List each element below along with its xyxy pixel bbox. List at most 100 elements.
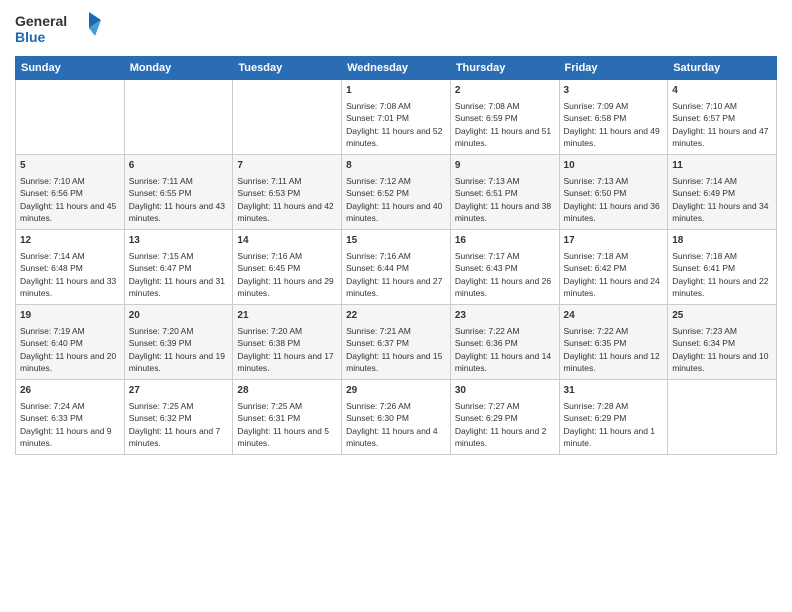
day-info: Sunrise: 7:17 AM Sunset: 6:43 PM Dayligh… xyxy=(455,250,555,299)
day-number: 27 xyxy=(129,384,229,398)
day-info: Sunrise: 7:13 AM Sunset: 6:51 PM Dayligh… xyxy=(455,175,555,224)
col-header-monday: Monday xyxy=(124,57,233,80)
logo-svg: GeneralBlue xyxy=(15,10,105,48)
calendar-cell: 14Sunrise: 7:16 AM Sunset: 6:45 PM Dayli… xyxy=(233,230,342,305)
calendar-cell xyxy=(668,380,777,455)
calendar-cell: 21 Sunrise: 7:20 AM Sunset: 6:38 PM Dayli… xyxy=(233,305,342,380)
col-header-saturday: Saturday xyxy=(668,57,777,80)
day-info: Sunrise: 7:24 AM Sunset: 6:33 PM Dayligh… xyxy=(20,400,120,449)
week-row-4: 19 Sunrise: 7:19 AM Sunset: 6:40 PM Dayli… xyxy=(16,305,777,380)
calendar-cell: 6 Sunrise: 7:11 AM Sunset: 6:55 PM Daylig… xyxy=(124,155,233,230)
week-row-5: 26 Sunrise: 7:24 AM Sunset: 6:33 PM Dayli… xyxy=(16,380,777,455)
day-number: 24 xyxy=(564,309,664,323)
calendar-cell xyxy=(16,80,125,155)
day-number: 4 xyxy=(672,84,772,98)
week-row-3: 12Sunrise: 7:14 AM Sunset: 6:48 PM Dayli… xyxy=(16,230,777,305)
header: GeneralBlue xyxy=(15,10,777,48)
day-number: 26 xyxy=(20,384,120,398)
svg-text:Blue: Blue xyxy=(15,29,46,45)
day-number: 3 xyxy=(564,84,664,98)
day-number: 31 xyxy=(564,384,664,398)
calendar-cell xyxy=(124,80,233,155)
day-info: Sunrise: 7:16 AM Sunset: 6:44 PM Dayligh… xyxy=(346,250,446,299)
col-header-wednesday: Wednesday xyxy=(342,57,451,80)
day-info: Sunrise: 7:10 AM Sunset: 6:56 PM Dayligh… xyxy=(20,175,120,224)
day-number: 12 xyxy=(20,234,120,248)
day-info: Sunrise: 7:26 AM Sunset: 6:30 PM Dayligh… xyxy=(346,400,446,449)
calendar-cell: 5 Sunrise: 7:10 AM Sunset: 6:56 PM Daylig… xyxy=(16,155,125,230)
day-number: 11 xyxy=(672,159,772,173)
day-info: Sunrise: 7:22 AM Sunset: 6:35 PM Dayligh… xyxy=(564,325,664,374)
day-info: Sunrise: 7:18 AM Sunset: 6:41 PM Dayligh… xyxy=(672,250,772,299)
day-info: Sunrise: 7:20 AM Sunset: 6:38 PM Dayligh… xyxy=(237,325,337,374)
col-header-friday: Friday xyxy=(559,57,668,80)
day-number: 8 xyxy=(346,159,446,173)
page: GeneralBlue SundayMondayTuesdayWednesday… xyxy=(0,0,792,612)
calendar-cell: 27 Sunrise: 7:25 AM Sunset: 6:32 PM Dayli… xyxy=(124,380,233,455)
day-info: Sunrise: 7:12 AM Sunset: 6:52 PM Dayligh… xyxy=(346,175,446,224)
calendar-cell: 9 Sunrise: 7:13 AM Sunset: 6:51 PM Daylig… xyxy=(450,155,559,230)
day-info: Sunrise: 7:27 AM Sunset: 6:29 PM Dayligh… xyxy=(455,400,555,449)
calendar-cell: 16 Sunrise: 7:17 AM Sunset: 6:43 PM Dayli… xyxy=(450,230,559,305)
day-number: 5 xyxy=(20,159,120,173)
day-number: 16 xyxy=(455,234,555,248)
calendar-cell: 8 Sunrise: 7:12 AM Sunset: 6:52 PM Daylig… xyxy=(342,155,451,230)
calendar-cell: 25Sunrise: 7:23 AM Sunset: 6:34 PM Dayli… xyxy=(668,305,777,380)
calendar-cell: 26 Sunrise: 7:24 AM Sunset: 6:33 PM Dayli… xyxy=(16,380,125,455)
day-info: Sunrise: 7:20 AM Sunset: 6:39 PM Dayligh… xyxy=(129,325,229,374)
calendar-cell: 13 Sunrise: 7:15 AM Sunset: 6:47 PM Dayli… xyxy=(124,230,233,305)
day-info: Sunrise: 7:08 AM Sunset: 7:01 PM Dayligh… xyxy=(346,100,446,149)
day-info: Sunrise: 7:25 AM Sunset: 6:32 PM Dayligh… xyxy=(129,400,229,449)
calendar-table: SundayMondayTuesdayWednesdayThursdayFrid… xyxy=(15,56,777,455)
calendar-cell: 15 Sunrise: 7:16 AM Sunset: 6:44 PM Dayli… xyxy=(342,230,451,305)
week-row-1: 1 Sunrise: 7:08 AM Sunset: 7:01 PM Daylig… xyxy=(16,80,777,155)
day-number: 21 xyxy=(237,309,337,323)
day-number: 2 xyxy=(455,84,555,98)
calendar-cell: 10 Sunrise: 7:13 AM Sunset: 6:50 PM Dayli… xyxy=(559,155,668,230)
day-number: 13 xyxy=(129,234,229,248)
day-info: Sunrise: 7:21 AM Sunset: 6:37 PM Dayligh… xyxy=(346,325,446,374)
day-info: Sunrise: 7:13 AM Sunset: 6:50 PM Dayligh… xyxy=(564,175,664,224)
calendar-body: 1 Sunrise: 7:08 AM Sunset: 7:01 PM Daylig… xyxy=(16,80,777,455)
day-number: 14 xyxy=(237,234,337,248)
svg-text:General: General xyxy=(15,13,67,29)
day-number: 23 xyxy=(455,309,555,323)
calendar-cell: 11 Sunrise: 7:14 AM Sunset: 6:49 PM Dayli… xyxy=(668,155,777,230)
calendar-cell: 18Sunrise: 7:18 AM Sunset: 6:41 PM Dayli… xyxy=(668,230,777,305)
day-info: Sunrise: 7:11 AM Sunset: 6:53 PM Dayligh… xyxy=(237,175,337,224)
day-number: 20 xyxy=(129,309,229,323)
calendar-cell: 12Sunrise: 7:14 AM Sunset: 6:48 PM Dayli… xyxy=(16,230,125,305)
day-info: Sunrise: 7:28 AM Sunset: 6:29 PM Dayligh… xyxy=(564,400,664,449)
calendar-cell: 1 Sunrise: 7:08 AM Sunset: 7:01 PM Daylig… xyxy=(342,80,451,155)
day-number: 10 xyxy=(564,159,664,173)
calendar-cell: 24 Sunrise: 7:22 AM Sunset: 6:35 PM Dayli… xyxy=(559,305,668,380)
day-number: 17 xyxy=(564,234,664,248)
calendar-cell: 3Sunrise: 7:09 AM Sunset: 6:58 PM Daylig… xyxy=(559,80,668,155)
logo: GeneralBlue xyxy=(15,10,105,48)
calendar-cell xyxy=(233,80,342,155)
calendar-cell: 22Sunrise: 7:21 AM Sunset: 6:37 PM Dayli… xyxy=(342,305,451,380)
day-info: Sunrise: 7:25 AM Sunset: 6:31 PM Dayligh… xyxy=(237,400,337,449)
day-number: 9 xyxy=(455,159,555,173)
col-header-tuesday: Tuesday xyxy=(233,57,342,80)
day-number: 30 xyxy=(455,384,555,398)
col-header-thursday: Thursday xyxy=(450,57,559,80)
day-number: 19 xyxy=(20,309,120,323)
day-info: Sunrise: 7:11 AM Sunset: 6:55 PM Dayligh… xyxy=(129,175,229,224)
calendar-cell: 7Sunrise: 7:11 AM Sunset: 6:53 PM Daylig… xyxy=(233,155,342,230)
day-info: Sunrise: 7:10 AM Sunset: 6:57 PM Dayligh… xyxy=(672,100,772,149)
day-info: Sunrise: 7:23 AM Sunset: 6:34 PM Dayligh… xyxy=(672,325,772,374)
week-row-2: 5 Sunrise: 7:10 AM Sunset: 6:56 PM Daylig… xyxy=(16,155,777,230)
day-info: Sunrise: 7:08 AM Sunset: 6:59 PM Dayligh… xyxy=(455,100,555,149)
calendar-cell: 30 Sunrise: 7:27 AM Sunset: 6:29 PM Dayli… xyxy=(450,380,559,455)
day-number: 15 xyxy=(346,234,446,248)
day-info: Sunrise: 7:15 AM Sunset: 6:47 PM Dayligh… xyxy=(129,250,229,299)
calendar-cell: 19 Sunrise: 7:19 AM Sunset: 6:40 PM Dayli… xyxy=(16,305,125,380)
calendar-cell: 28Sunrise: 7:25 AM Sunset: 6:31 PM Dayli… xyxy=(233,380,342,455)
day-info: Sunrise: 7:14 AM Sunset: 6:49 PM Dayligh… xyxy=(672,175,772,224)
calendar-cell: 29Sunrise: 7:26 AM Sunset: 6:30 PM Dayli… xyxy=(342,380,451,455)
day-number: 1 xyxy=(346,84,446,98)
calendar-cell: 31 Sunrise: 7:28 AM Sunset: 6:29 PM Dayli… xyxy=(559,380,668,455)
day-number: 6 xyxy=(129,159,229,173)
day-info: Sunrise: 7:19 AM Sunset: 6:40 PM Dayligh… xyxy=(20,325,120,374)
